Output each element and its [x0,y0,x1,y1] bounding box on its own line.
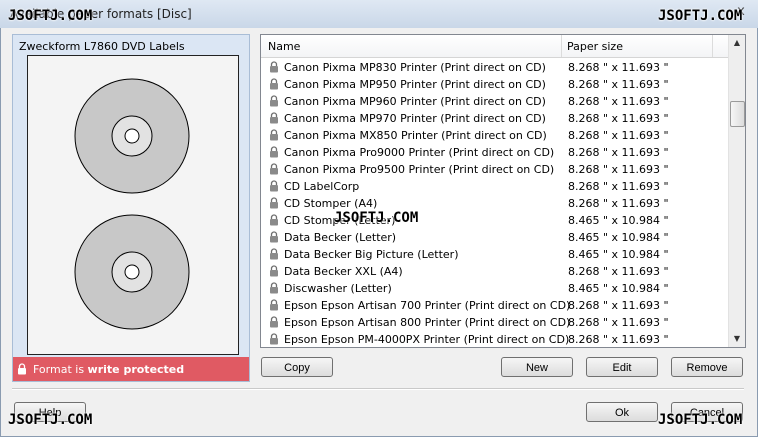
format-name: Canon Pixma MP960 Printer (Print direct … [284,95,546,108]
lock-icon [270,248,278,260]
format-name: Canon Pixma MP830 Printer (Print direct … [284,61,546,74]
lock-icon [270,265,278,277]
lock-icon [270,282,278,294]
lock-icon [270,163,278,175]
scroll-down-icon[interactable]: ▼ [729,331,745,347]
format-paper-size: 8.268 " x 11.693 " [568,265,669,278]
lock-icon [18,363,26,375]
scroll-up-icon[interactable]: ▲ [729,35,745,51]
watermark-center: JSOFTJ.COM [334,210,419,226]
remove-button[interactable]: Remove [671,357,743,377]
format-paper-size: 8.268 " x 11.693 " [568,316,669,329]
format-paper-size: 8.268 " x 11.693 " [568,95,669,108]
format-paper-size: 8.268 " x 11.693 " [568,163,669,176]
column-separator[interactable] [712,35,713,57]
format-paper-size: 8.268 " x 11.693 " [568,333,669,346]
format-paper-size: 8.268 " x 11.693 " [568,61,669,74]
preview-title: Zweckform L7860 DVD Labels [19,40,185,53]
list-item[interactable]: Discwasher (Letter) 8.465 " x 10.984 " [261,280,728,297]
format-name: Epson Epson Artisan 800 Printer (Print d… [284,316,571,329]
format-name: CD LabelCorp [284,180,360,193]
lock-icon [270,78,278,90]
format-name: Data Becker Big Picture (Letter) [284,248,459,261]
format-name: Canon Pixma Pro9000 Printer (Print direc… [284,146,555,159]
list-item[interactable]: Epson Epson Artisan 800 Printer (Print d… [261,314,728,331]
column-header-name[interactable]: Name [268,40,300,53]
disc-label-bottom [74,214,190,330]
format-paper-size: 8.465 " x 10.984 " [568,248,669,261]
list-item[interactable]: Data Becker Big Picture (Letter) 8.465 " … [261,246,728,263]
footer-divider [12,388,744,390]
list-item[interactable]: Epson Epson Artisan 700 Printer (Print d… [261,297,728,314]
lock-icon [270,146,278,158]
format-paper-size: 8.465 " x 10.984 " [568,231,669,244]
label-sheet-preview [27,55,239,355]
list-item[interactable]: Data Becker (Letter) 8.465 " x 10.984 " [261,229,728,246]
format-name: Discwasher (Letter) [284,282,392,295]
lock-icon [270,95,278,107]
column-separator[interactable] [561,35,562,57]
scroll-thumb[interactable] [730,101,745,127]
lock-icon [270,61,278,73]
lock-icon [270,180,278,192]
watermark-bottom-right: JSOFTJ.COM [658,412,743,428]
list-item[interactable]: CD LabelCorp 8.268 " x 11.693 " [261,178,728,195]
column-header-paper-size[interactable]: Paper size [567,40,623,53]
new-button[interactable]: New [501,357,573,377]
list-item[interactable]: Data Becker XXL (A4) 8.268 " x 11.693 " [261,263,728,280]
paper-format-list[interactable]: Name Paper size Canon Pixma MP830 Printe… [260,34,746,348]
format-name: Epson Epson Artisan 700 Printer (Print d… [284,299,571,312]
list-item[interactable]: Canon Pixma MX850 Printer (Print direct … [261,127,728,144]
format-paper-size: 8.268 " x 11.693 " [568,197,669,210]
format-paper-size: 8.268 " x 11.693 " [568,129,669,142]
list-item[interactable]: Canon Pixma MP830 Printer (Print direct … [261,59,728,76]
format-name: Data Becker XXL (A4) [284,265,403,278]
format-name: Canon Pixma MP950 Printer (Print direct … [284,78,546,91]
protect-status: write protected [87,363,185,376]
format-paper-size: 8.465 " x 10.984 " [568,214,669,227]
write-protected-bar: Format is write protected [13,357,249,381]
format-paper-size: 8.268 " x 11.693 " [568,146,669,159]
list-item[interactable]: Canon Pixma MP970 Printer (Print direct … [261,110,728,127]
list-item[interactable]: CD Stomper (A4) 8.268 " x 11.693 " [261,195,728,212]
lock-icon [270,112,278,124]
list-item[interactable]: Canon Pixma MP950 Printer (Print direct … [261,76,728,93]
format-paper-size: 8.268 " x 11.693 " [568,112,669,125]
list-item[interactable]: Canon Pixma Pro9000 Printer (Print direc… [261,144,728,161]
lock-icon [270,214,278,226]
watermark-top-left: JSOFTJ.COM [8,8,93,24]
lock-icon [270,299,278,311]
lock-icon [270,231,278,243]
format-name: CD Stomper (A4) [284,197,378,210]
format-name: Canon Pixma MX850 Printer (Print direct … [284,129,547,142]
format-name: Canon Pixma Pro9500 Printer (Print direc… [284,163,555,176]
protect-prefix: Format is [33,363,88,376]
format-paper-size: 8.465 " x 10.984 " [568,282,669,295]
disc-label-top [74,78,190,194]
lock-icon [270,333,278,345]
lock-icon [270,129,278,141]
format-paper-size: 8.268 " x 11.693 " [568,299,669,312]
list-item[interactable]: Epson Epson PM-4000PX Printer (Print dir… [261,331,728,347]
ok-button[interactable]: Ok [586,402,658,422]
edit-button[interactable]: Edit [586,357,658,377]
lock-icon [270,316,278,328]
watermark-bottom-left: JSOFTJ.COM [8,412,93,428]
list-item[interactable]: CD Stomper (Letter) 8.465 " x 10.984 " [261,212,728,229]
copy-button[interactable]: Copy [261,357,333,377]
format-preview-panel: Zweckform L7860 DVD Labels Format is wri… [12,34,250,382]
format-name: Data Becker (Letter) [284,231,397,244]
format-paper-size: 8.268 " x 11.693 " [568,180,669,193]
lock-icon [270,197,278,209]
vertical-scrollbar[interactable]: ▲ ▼ [728,35,745,347]
title-bar: Available paper formats [Disc] x [0,0,758,28]
format-name: Epson Epson PM-4000PX Printer (Print dir… [284,333,570,346]
watermark-top-right: JSOFTJ.COM [658,8,743,24]
format-paper-size: 8.268 " x 11.693 " [568,78,669,91]
list-header: Name Paper size [261,35,728,58]
list-item[interactable]: Canon Pixma MP960 Printer (Print direct … [261,93,728,110]
format-name: Canon Pixma MP970 Printer (Print direct … [284,112,546,125]
list-item[interactable]: Canon Pixma Pro9500 Printer (Print direc… [261,161,728,178]
